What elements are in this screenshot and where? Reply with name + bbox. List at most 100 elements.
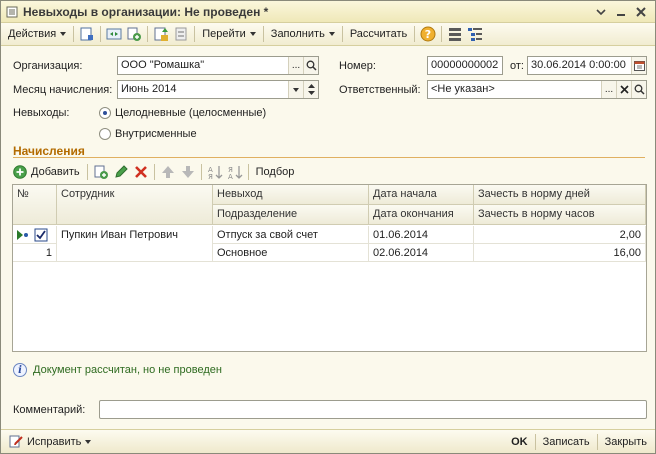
clear-icon — [619, 85, 629, 94]
actions-menu-button[interactable]: Действия — [4, 25, 70, 44]
radio-whole-day[interactable] — [99, 107, 111, 119]
toolbar-divider — [153, 164, 155, 180]
close-form-button[interactable]: Закрыть — [601, 432, 651, 451]
post-icon[interactable] — [79, 26, 95, 42]
responsible-clear-button[interactable] — [616, 81, 631, 98]
close-button[interactable] — [633, 4, 649, 20]
responsible-field[interactable]: <Не указан> ... — [427, 80, 647, 99]
column-header-employee[interactable]: Сотрудник — [57, 185, 213, 225]
cell-department[interactable]: Основное — [213, 244, 369, 262]
radio-whole-day-label[interactable]: Целодневные (целосменные) — [115, 107, 266, 119]
goto-menu-label: Перейти — [202, 28, 246, 40]
minimize-button[interactable] — [613, 4, 629, 20]
column-header-department[interactable]: Подразделение — [213, 205, 369, 225]
column-header-num[interactable]: № — [13, 185, 57, 225]
number-value: 00000000002 — [431, 59, 499, 71]
goto-menu-button[interactable]: Перейти — [198, 25, 260, 44]
menu-icon — [596, 9, 606, 16]
move-up-icon[interactable] — [160, 164, 176, 180]
number-field[interactable]: 00000000002 — [427, 56, 503, 75]
spin-icon — [307, 84, 315, 95]
structure-icon[interactable] — [173, 26, 189, 42]
magnifier-icon — [634, 84, 645, 95]
toolbar-divider — [596, 433, 598, 450]
status-message-text: Документ рассчитан, но не проведен — [33, 364, 222, 376]
toolbar-divider — [262, 26, 264, 42]
cell-date-start[interactable]: 01.06.2014 — [369, 226, 474, 244]
organization-open-button[interactable] — [303, 57, 318, 74]
organization-select-button[interactable]: ... — [288, 57, 303, 74]
fill-menu-button[interactable]: Заполнить — [267, 25, 339, 44]
toolbar-divider — [86, 164, 88, 180]
sort-asc-icon[interactable]: A Я — [207, 164, 223, 180]
organization-field[interactable]: ООО "Ромашка" ... — [117, 56, 319, 75]
chevron-down-icon — [328, 32, 335, 36]
number-label: Номер: — [339, 60, 376, 72]
toolbar-divider — [534, 433, 536, 450]
cell-date-end[interactable]: 02.06.2014 — [369, 244, 474, 262]
toolbar-divider — [341, 26, 343, 42]
copy-row-icon[interactable] — [93, 164, 109, 180]
tree-icon[interactable] — [467, 26, 483, 42]
date-value: 30.06.2014 0:00:00 — [531, 59, 626, 71]
save-button[interactable]: Записать — [539, 432, 594, 451]
save-label: Записать — [542, 435, 590, 448]
edit-icon[interactable] — [113, 164, 129, 180]
document-icon — [6, 6, 18, 18]
calculate-button[interactable]: Рассчитать — [346, 25, 411, 44]
pick-button[interactable]: Подбор — [252, 163, 299, 182]
cell-norm-hours[interactable]: 16,00 — [474, 244, 646, 262]
toolbar-divider — [414, 26, 416, 42]
responsible-open-button[interactable] — [631, 81, 646, 98]
month-field[interactable]: Июнь 2014 — [117, 80, 319, 99]
cell-employee[interactable]: Пупкин Иван Петрович — [57, 226, 213, 262]
toolbar-divider — [247, 164, 249, 180]
organization-value: ООО "Ромашка" — [121, 59, 205, 71]
window-title: Невыходы в организации: Не проведен * — [23, 5, 269, 19]
chevron-down-icon — [249, 32, 256, 36]
column-header-date-end[interactable]: Дата окончания — [369, 205, 474, 225]
transfer-icon[interactable] — [153, 26, 169, 42]
radio-intra-shift[interactable] — [99, 128, 111, 140]
move-down-icon[interactable] — [180, 164, 196, 180]
minimize-icon — [617, 14, 625, 16]
fix-menu-button[interactable]: Исправить — [5, 432, 95, 451]
window-menu-button[interactable] — [593, 4, 609, 20]
add-icon — [13, 165, 27, 179]
copy-icon[interactable] — [126, 26, 142, 42]
column-header-norm-hours[interactable]: Зачесть в норму часов — [474, 205, 646, 225]
responsible-value: <Не указан> — [431, 83, 495, 95]
ok-button[interactable]: OK — [507, 432, 532, 451]
comment-label: Комментарий: — [13, 404, 86, 416]
list-icon[interactable] — [447, 26, 463, 42]
cell-absence[interactable]: Отпуск за свой счет — [213, 226, 369, 244]
date-from-label: от: — [510, 60, 524, 72]
date-field[interactable]: 30.06.2014 0:00:00 — [527, 56, 647, 75]
pick-label: Подбор — [255, 166, 295, 178]
responsible-select-button[interactable]: ... — [601, 81, 616, 98]
month-label: Месяц начисления: — [13, 84, 113, 96]
column-header-date-start[interactable]: Дата начала — [369, 185, 474, 205]
column-header-absence[interactable]: Невыход — [213, 185, 369, 205]
comment-field[interactable] — [99, 400, 647, 419]
column-header-norm-days[interactable]: Зачесть в норму дней — [474, 185, 646, 205]
add-row-button[interactable]: Добавить — [13, 163, 84, 182]
date-picker-button[interactable] — [631, 57, 646, 74]
actions-menu-label: Действия — [8, 28, 57, 40]
cell-norm-days[interactable]: 2,00 — [474, 226, 646, 244]
radio-intra-shift-label[interactable]: Внутрисменные — [115, 128, 197, 140]
month-dropdown-button[interactable] — [288, 81, 303, 98]
svg-text:Я: Я — [208, 173, 213, 180]
view-icon[interactable] — [106, 26, 122, 42]
svg-text:A: A — [228, 173, 233, 180]
current-row-icon — [17, 228, 48, 242]
sort-desc-icon[interactable]: Я A — [227, 164, 243, 180]
chevron-down-icon — [60, 32, 67, 36]
organization-label: Организация: — [13, 60, 83, 72]
toolbar-divider — [147, 26, 149, 42]
title-bar: Невыходы в организации: Не проведен * — [1, 1, 655, 23]
delete-icon[interactable] — [133, 164, 149, 180]
toolbar-divider — [100, 26, 102, 42]
month-spin-button[interactable] — [303, 81, 318, 98]
help-icon[interactable]: ? — [420, 26, 436, 42]
